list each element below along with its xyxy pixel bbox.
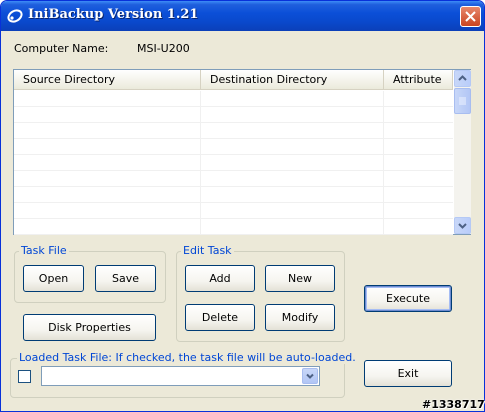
autoload-checkbox[interactable] <box>18 370 31 383</box>
task-list-body <box>14 91 453 235</box>
vertical-scrollbar[interactable] <box>454 70 471 234</box>
disk-properties-button[interactable]: Disk Properties <box>23 314 156 341</box>
chevron-down-icon <box>306 373 314 379</box>
app-window: IniBackup Version 1.21 Computer Name: MS… <box>0 0 485 412</box>
list-row-empty <box>14 139 453 155</box>
task-list[interactable]: Source Directory Destination Directory A… <box>13 69 471 235</box>
combo-dropdown-button[interactable] <box>302 368 318 384</box>
list-row-empty <box>14 107 453 123</box>
scroll-up-button[interactable] <box>454 70 471 87</box>
grip-icon <box>459 97 466 105</box>
scroll-thumb[interactable] <box>454 88 471 114</box>
list-row-empty <box>14 219 453 235</box>
window-title: IniBackup Version 1.21 <box>28 7 199 22</box>
edit-task-caption: Edit Task <box>181 244 234 257</box>
chevron-down-icon <box>458 223 467 229</box>
execute-button[interactable]: Execute <box>364 285 452 312</box>
column-divider <box>200 91 201 234</box>
column-header-source[interactable]: Source Directory <box>14 70 201 90</box>
close-x-icon <box>465 11 476 22</box>
close-button[interactable] <box>460 6 481 27</box>
watermark-text: #1338717 <box>422 398 485 411</box>
add-button[interactable]: Add <box>185 265 255 292</box>
modify-button[interactable]: Modify <box>265 304 335 331</box>
app-swirl-icon <box>7 8 23 24</box>
column-header-attribute[interactable]: Attribute <box>384 70 453 90</box>
list-row-empty <box>14 171 453 187</box>
task-list-header: Source Directory Destination Directory A… <box>14 70 453 90</box>
new-button[interactable]: New <box>265 265 335 292</box>
list-row-empty <box>14 203 453 219</box>
open-button[interactable]: Open <box>23 265 84 292</box>
loaded-task-caption: Loaded Task File: If checked, the task f… <box>17 351 358 364</box>
computer-name-value: MSI-U200 <box>137 42 190 55</box>
save-button[interactable]: Save <box>95 265 156 292</box>
list-row-empty <box>14 155 453 171</box>
computer-name-label: Computer Name: <box>14 42 109 55</box>
title-bar[interactable]: IniBackup Version 1.21 <box>1 1 484 31</box>
chevron-up-icon <box>458 75 467 81</box>
list-row-empty <box>14 91 453 107</box>
exit-button[interactable]: Exit <box>364 360 452 387</box>
column-divider <box>383 91 384 234</box>
task-file-caption: Task File <box>19 244 69 257</box>
list-row-empty <box>14 123 453 139</box>
column-header-destination[interactable]: Destination Directory <box>201 70 384 90</box>
scroll-down-button[interactable] <box>454 217 471 234</box>
list-row-empty <box>14 187 453 203</box>
delete-button[interactable]: Delete <box>185 304 255 331</box>
loaded-task-combo[interactable] <box>41 366 320 386</box>
